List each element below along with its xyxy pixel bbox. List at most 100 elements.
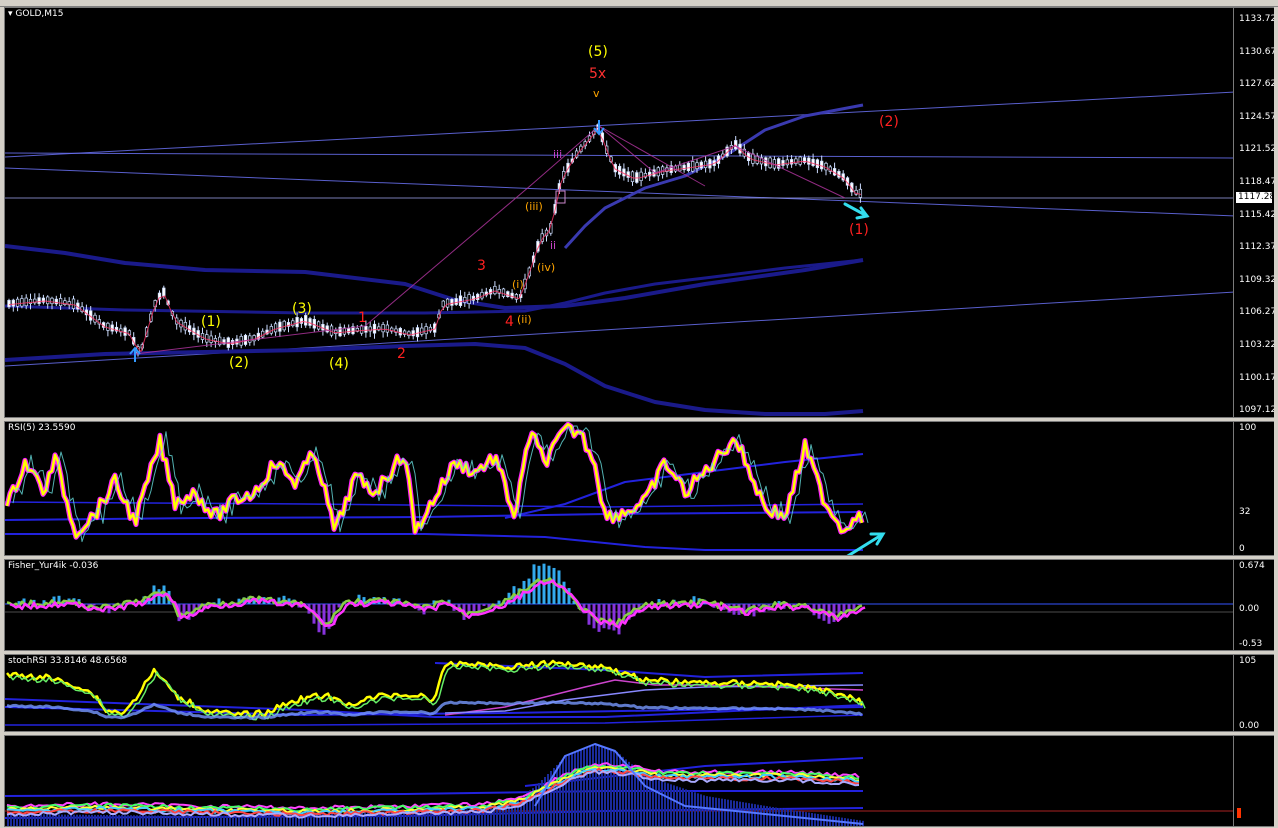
candle-body bbox=[454, 298, 458, 305]
osc-histogram-bar bbox=[262, 814, 264, 826]
osc-histogram-bar bbox=[67, 814, 69, 826]
fisher-histogram-bar bbox=[322, 604, 326, 635]
envelope-upper-band bbox=[5, 244, 864, 310]
osc-histogram-bar bbox=[118, 815, 120, 826]
osc-histogram-bar bbox=[709, 796, 711, 826]
price-scale[interactable]: 1133.72 1130.67 1127.62 1124.57 1121.52 1118.… bbox=[1234, 7, 1274, 418]
candle-body bbox=[398, 327, 402, 336]
candle-body bbox=[493, 285, 497, 295]
candle-body bbox=[686, 162, 691, 172]
candle-body bbox=[295, 317, 299, 328]
osc-histogram-bar bbox=[721, 798, 723, 826]
price-tick: 1118.47 bbox=[1239, 177, 1274, 187]
fisher-histogram-bar bbox=[157, 589, 161, 604]
osc-histogram-bar bbox=[184, 815, 186, 826]
osc-histogram-bar bbox=[181, 815, 183, 826]
fisher-canvas bbox=[5, 563, 1233, 635]
osc-histogram-bar bbox=[613, 750, 615, 826]
osc-histogram-bar bbox=[556, 765, 558, 826]
osc-histogram-bar bbox=[646, 776, 648, 826]
candle-body bbox=[501, 288, 506, 297]
candle-body bbox=[815, 159, 820, 169]
fisher-histogram-bar bbox=[562, 581, 566, 604]
wave-label-2-yellow: (2) bbox=[229, 355, 249, 371]
terminal-window: ▾ GOLD,M15 (5) 5x v (2) (1) iii ii (iii)… bbox=[0, 0, 1278, 828]
osc-histogram-bar bbox=[37, 814, 39, 826]
wave-label-3-red: 3 bbox=[477, 258, 486, 274]
osc-histogram-bar bbox=[88, 814, 90, 826]
candle-body bbox=[415, 327, 420, 338]
candle-body bbox=[37, 297, 41, 304]
price-tick: 1100.17 bbox=[1239, 372, 1274, 383]
osc-histogram-bar bbox=[775, 807, 777, 826]
price-chart-pane[interactable]: ▾ GOLD,M15 (5) 5x v (2) (1) iii ii (iii)… bbox=[4, 7, 1234, 418]
osc-histogram-bar bbox=[700, 794, 702, 826]
candle-body bbox=[476, 293, 480, 300]
moving-average-line bbox=[563, 103, 864, 250]
fisher-histogram-bar bbox=[217, 598, 221, 604]
fisher-pane[interactable]: Fisher_Yur4ik -0.036 bbox=[4, 559, 1234, 651]
candle-body bbox=[458, 295, 463, 306]
top-toolbar-strip bbox=[0, 0, 1278, 7]
osc-histogram-bar bbox=[568, 754, 570, 826]
osc-histogram-bar bbox=[103, 814, 105, 826]
stochrsi-pane[interactable]: stochRSI 33.8146 48.6568 bbox=[4, 654, 1234, 732]
candle-body bbox=[20, 298, 24, 307]
osc-histogram-bar bbox=[589, 746, 591, 826]
fisher-tick-top: 0.674 bbox=[1239, 561, 1265, 571]
trendline-middle bbox=[5, 152, 1233, 159]
osc-histogram-bar bbox=[64, 814, 66, 826]
osc-histogram-bar bbox=[136, 815, 138, 826]
osc-histogram-bar bbox=[214, 815, 216, 826]
osc-histogram-bar bbox=[145, 815, 147, 826]
candle-body bbox=[316, 321, 321, 330]
osc-histogram-bar bbox=[697, 793, 699, 826]
candle-body bbox=[71, 298, 76, 309]
rsi-band-bottom bbox=[5, 533, 863, 551]
osc-histogram-bar bbox=[670, 784, 672, 826]
osc-histogram-bar bbox=[706, 796, 708, 826]
wave-label-ii-magenta: ii bbox=[550, 239, 557, 252]
osc-histogram-bar bbox=[574, 752, 576, 826]
candle-body bbox=[11, 299, 15, 307]
osc-histogram-bar bbox=[577, 751, 579, 826]
candle-body bbox=[46, 296, 50, 305]
osc-histogram-bar bbox=[121, 815, 123, 826]
osc-histogram-bar bbox=[571, 753, 573, 826]
fisher-histogram-bar bbox=[552, 567, 556, 604]
osc-histogram-bar bbox=[781, 808, 783, 826]
wave-label-2-red: 2 bbox=[397, 346, 406, 362]
osc-histogram-bar bbox=[769, 806, 771, 826]
osc-histogram-bar bbox=[163, 815, 165, 826]
osc-histogram-bar bbox=[601, 746, 603, 826]
wave-label-1-red-right: (1) bbox=[849, 222, 869, 238]
oscillator-pane[interactable] bbox=[4, 735, 1234, 827]
osc-histogram-bar bbox=[649, 777, 651, 826]
osc-histogram-bar bbox=[76, 814, 78, 826]
osc-histogram-bar bbox=[793, 810, 795, 826]
rsi-pane[interactable]: RSI(5) 23.5590 bbox=[4, 421, 1234, 556]
candle-body bbox=[480, 292, 484, 299]
rsi-canvas bbox=[5, 422, 886, 555]
price-tick: 1121.52 bbox=[1239, 144, 1274, 155]
candle-body bbox=[243, 334, 248, 345]
osc-histogram-bar bbox=[28, 814, 30, 826]
osc-histogram-bar bbox=[58, 814, 60, 826]
osc-histogram-bar bbox=[31, 814, 33, 826]
current-price-tag: 1117.28 bbox=[1236, 192, 1274, 203]
candle-body bbox=[282, 320, 286, 331]
oscillator-canvas bbox=[5, 743, 1233, 826]
candle-body bbox=[708, 159, 712, 169]
osc-histogram-bar bbox=[226, 815, 228, 826]
candle-body bbox=[785, 159, 789, 166]
osc-histogram-bar bbox=[688, 790, 690, 826]
candle-body bbox=[639, 171, 643, 181]
osc-histogram-bar bbox=[160, 815, 162, 826]
osc-histogram-bar bbox=[598, 745, 600, 826]
osc-histogram-bar bbox=[607, 748, 609, 826]
osc-histogram-bar bbox=[673, 785, 675, 826]
candle-body bbox=[308, 318, 312, 326]
osc-histogram-bar bbox=[733, 800, 735, 826]
osc-histogram-bar bbox=[694, 792, 696, 826]
candle-body bbox=[441, 300, 445, 308]
